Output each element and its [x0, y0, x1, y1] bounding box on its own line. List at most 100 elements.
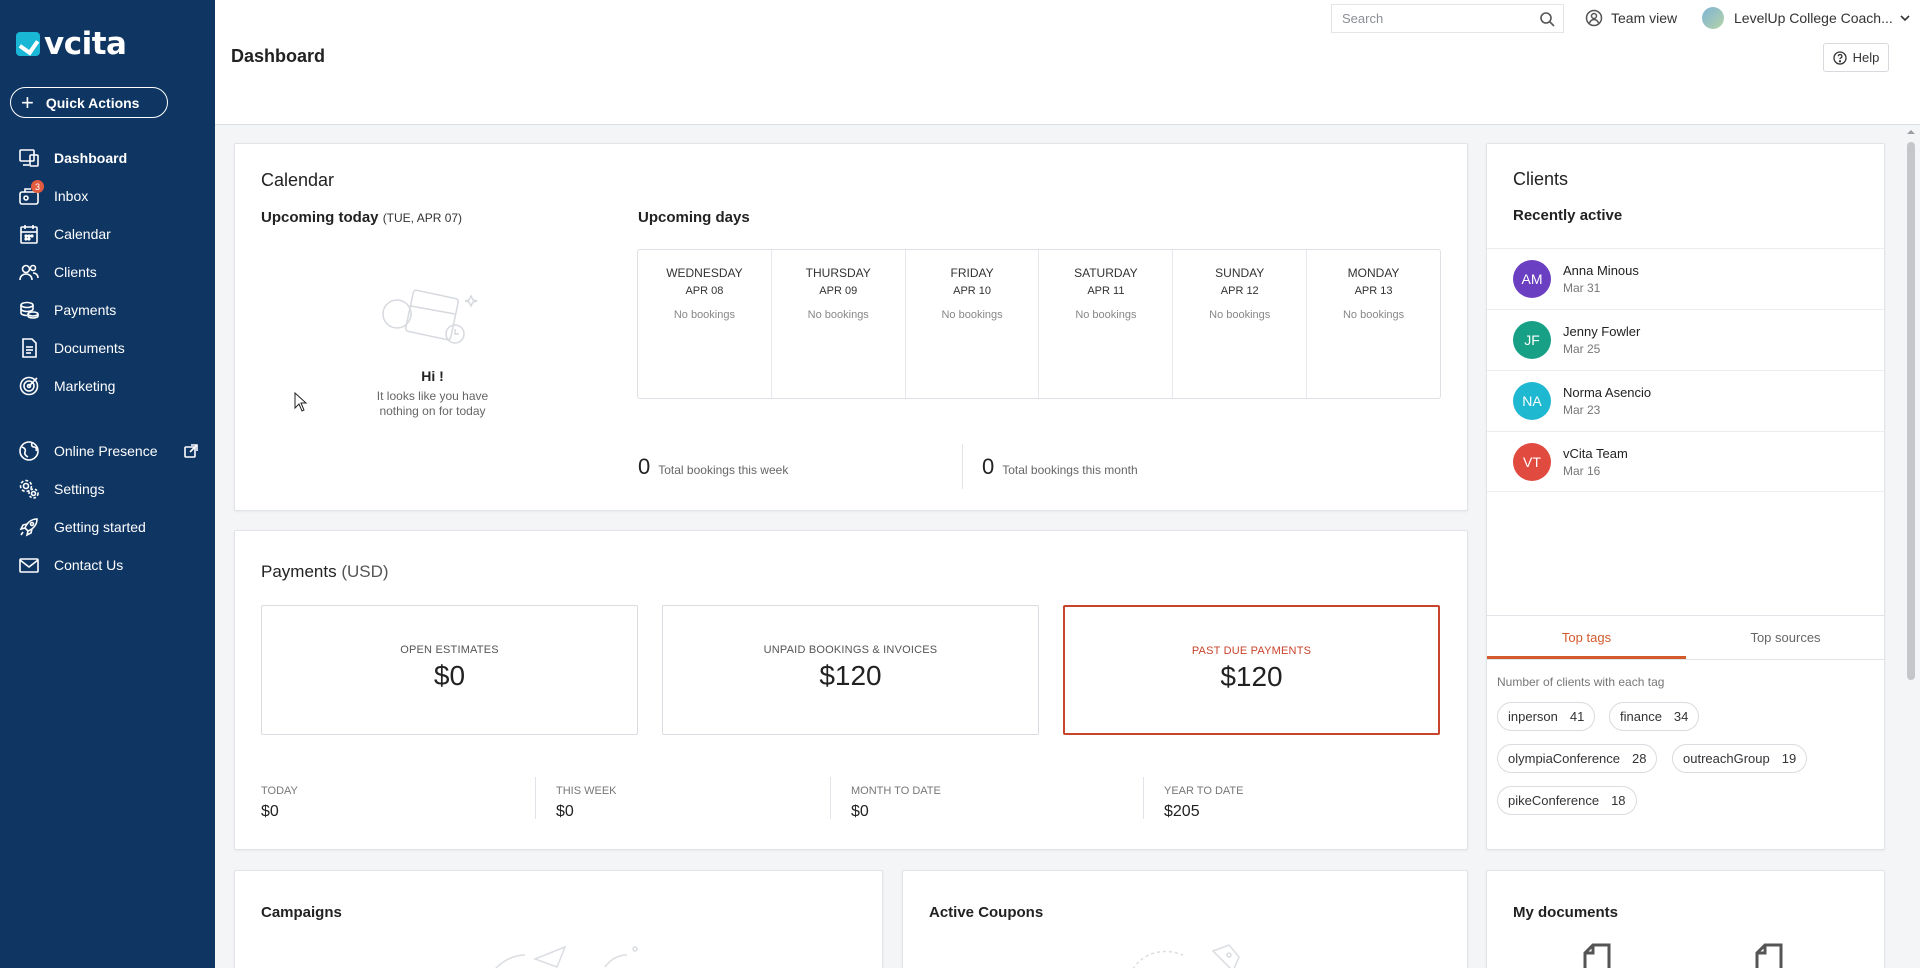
day-column[interactable]: SATURDAY APR 11 No bookings: [1039, 250, 1174, 398]
search-input[interactable]: [1342, 11, 1532, 26]
past-due-box[interactable]: PAST DUE PAYMENTS $120: [1063, 605, 1440, 735]
tag-count: 41: [1569, 709, 1585, 724]
sidebar-item-label: Settings: [54, 481, 105, 497]
sidebar-item-inbox[interactable]: 3 Inbox: [0, 177, 215, 215]
tag-name: outreachGroup: [1683, 751, 1770, 766]
secondary-nav: Online Presence Settings Getting started…: [0, 432, 215, 584]
stat-year-to-date: YEAR TO DATE $205: [1164, 785, 1243, 821]
team-view-button[interactable]: Team view: [1585, 9, 1677, 27]
tag-chip[interactable]: outreachGroup 19: [1672, 744, 1808, 773]
stat-label: TODAY: [261, 785, 298, 797]
sidebar-item-getting-started[interactable]: Getting started: [0, 508, 215, 546]
dashboard-icon: [18, 147, 40, 169]
sidebar-item-documents[interactable]: Documents: [0, 329, 215, 367]
sidebar-item-label: Documents: [54, 340, 125, 356]
client-avatar: AM: [1513, 260, 1551, 298]
campaigns-card: Campaigns: [234, 870, 883, 968]
globe-icon: [18, 440, 40, 462]
tab-top-sources[interactable]: Top sources: [1686, 616, 1885, 659]
documents-title: My documents: [1513, 904, 1619, 921]
sidebar-item-dashboard[interactable]: Dashboard: [0, 139, 215, 177]
divider: [1143, 777, 1144, 819]
stat-label: MONTH TO DATE: [851, 785, 941, 797]
client-row[interactable]: AM Anna Minous Mar 31: [1487, 248, 1885, 309]
payments-card: Payments (USD) OPEN ESTIMATES $0 UNPAID …: [234, 530, 1468, 850]
calendar-icon: [18, 223, 40, 245]
stat-label: THIS WEEK: [556, 785, 617, 797]
pay-box-value: $0: [433, 660, 466, 691]
clients-tabs: Top tags Top sources: [1487, 615, 1885, 660]
recently-active-heading: Recently active: [1513, 207, 1623, 224]
day-status: No bookings: [1075, 309, 1137, 321]
scrollbar-thumb[interactable]: [1907, 142, 1915, 680]
tag-chip[interactable]: finance 34: [1609, 702, 1700, 731]
day-status: No bookings: [673, 309, 735, 321]
page-scrollbar[interactable]: [1904, 128, 1918, 968]
pay-box-value: $120: [1220, 661, 1283, 692]
main-nav: Dashboard 3 Inbox Calendar Clients Payme…: [0, 139, 215, 405]
account-avatar: [1702, 7, 1724, 29]
empty-calendar-illustration: [382, 289, 478, 344]
sidebar-item-calendar[interactable]: Calendar: [0, 215, 215, 253]
sidebar-item-payments[interactable]: Payments: [0, 291, 215, 329]
sidebar-item-label: Inbox: [54, 188, 89, 204]
day-column[interactable]: WEDNESDAY APR 08 No bookings: [638, 250, 772, 398]
tab-top-tags[interactable]: Top tags: [1487, 616, 1686, 659]
search-box: [1331, 4, 1564, 33]
client-date: Mar 16: [1563, 463, 1601, 478]
client-row[interactable]: JF Jenny Fowler Mar 25: [1487, 309, 1885, 370]
stat-label: YEAR TO DATE: [1164, 785, 1244, 797]
help-button[interactable]: Help: [1823, 43, 1889, 72]
inbox-badge: 3: [31, 180, 44, 193]
client-row[interactable]: NA Norma Asencio Mar 23: [1487, 370, 1885, 431]
upcoming-days-grid: WEDNESDAY APR 08 No bookings THURSDAY AP…: [637, 249, 1441, 399]
day-column[interactable]: THURSDAY APR 09 No bookings: [772, 250, 906, 398]
tag-chip[interactable]: pikeConference 18: [1497, 786, 1637, 815]
client-avatar: NA: [1513, 382, 1551, 420]
envelope-icon: [18, 554, 40, 576]
sidebar-item-label: Contact Us: [54, 557, 124, 573]
client-row[interactable]: VT vCita Team Mar 16: [1487, 431, 1885, 492]
quick-actions-button[interactable]: + Quick Actions: [10, 87, 168, 118]
stat-this-week: THIS WEEK $0: [556, 785, 617, 821]
tag-chip[interactable]: olympiaConference 28: [1497, 744, 1658, 773]
clients-icon: [18, 261, 40, 283]
plus-icon: +: [21, 89, 34, 115]
divider: [535, 777, 536, 819]
day-column[interactable]: MONDAY APR 13 No bookings: [1307, 250, 1440, 398]
upcoming-today-label: Upcoming today: [261, 209, 379, 226]
day-column[interactable]: FRIDAY APR 10 No bookings: [906, 250, 1040, 398]
week-total-label: Total bookings this week: [658, 463, 789, 477]
tag-count: 28: [1632, 751, 1647, 766]
day-date: APR 08: [685, 285, 724, 297]
tag-chip[interactable]: inperson 41: [1497, 702, 1596, 731]
payments-currency: (USD): [341, 562, 389, 581]
sidebar-item-label: Online Presence: [54, 443, 158, 459]
stat-today: TODAY $0: [261, 785, 298, 821]
vcita-logo[interactable]: vcita: [16, 26, 127, 62]
sidebar-item-label: Calendar: [54, 226, 111, 242]
scroll-up-arrow-icon[interactable]: [1907, 128, 1915, 136]
documents-icon: [18, 337, 40, 359]
sidebar-item-label: Payments: [54, 302, 117, 318]
account-menu[interactable]: LevelUp College Coach...: [1702, 7, 1911, 29]
tag-name: olympiaConference: [1508, 751, 1621, 766]
pay-box-label: UNPAID BOOKINGS & INVOICES: [763, 644, 938, 656]
day-column[interactable]: SUNDAY APR 12 No bookings: [1173, 250, 1308, 398]
quick-actions-label: Quick Actions: [45, 94, 140, 111]
sidebar-item-label: Marketing: [54, 378, 116, 394]
upcoming-days-heading: Upcoming days: [638, 209, 750, 226]
search-icon[interactable]: [1539, 11, 1555, 27]
week-total-value: 0: [638, 454, 651, 479]
sidebar-item-clients[interactable]: Clients: [0, 253, 215, 291]
sidebar-item-contact-us[interactable]: Contact Us: [0, 546, 215, 584]
open-estimates-box[interactable]: OPEN ESTIMATES $0: [261, 605, 638, 735]
sidebar-item-online-presence[interactable]: Online Presence: [0, 432, 215, 470]
unpaid-box[interactable]: UNPAID BOOKINGS & INVOICES $120: [662, 605, 1039, 735]
help-label: Help: [1852, 50, 1880, 65]
sidebar-item-marketing[interactable]: Marketing: [0, 367, 215, 405]
payments-title-text: Payments: [261, 562, 337, 581]
sidebar-item-settings[interactable]: Settings: [0, 470, 215, 508]
stat-value: $0: [851, 803, 869, 820]
tag-name: finance: [1620, 709, 1662, 724]
